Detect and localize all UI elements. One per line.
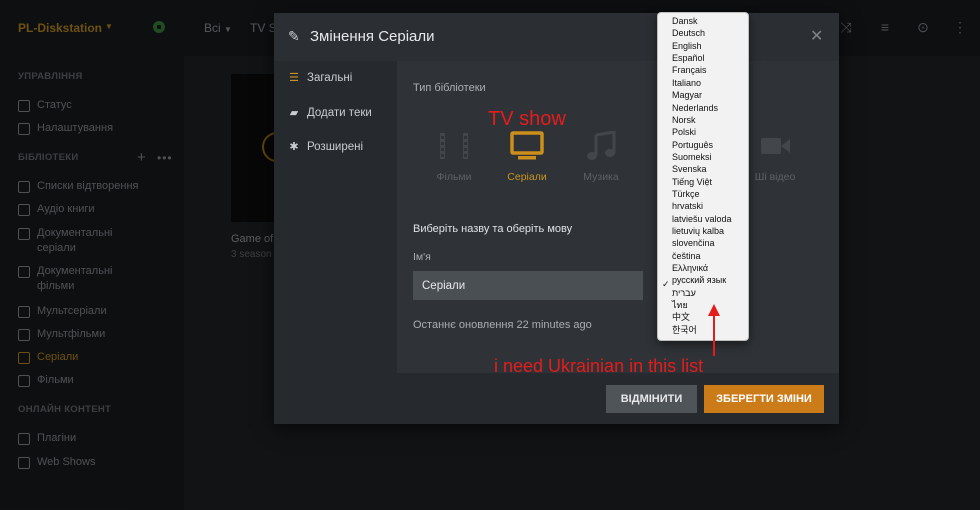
language-option[interactable]: Suomeksi xyxy=(672,152,712,163)
language-option[interactable]: Polski xyxy=(672,127,696,138)
type-label-movies: Фільми xyxy=(436,171,472,183)
language-option[interactable]: ไทย xyxy=(672,300,688,311)
type-option-music[interactable]: Музика xyxy=(571,131,631,183)
nav-label: Додати теки xyxy=(307,107,372,119)
annotation-tv-show: TV show xyxy=(488,108,566,130)
library-type-label: Тип бібліотеки xyxy=(413,82,486,94)
language-option[interactable]: Italiano xyxy=(672,78,701,89)
type-label-tv: Серіали xyxy=(507,171,547,183)
type-label-music: Музика xyxy=(583,171,619,183)
language-option[interactable]: Norsk xyxy=(672,115,696,126)
language-option[interactable]: lietuvių kalba xyxy=(672,226,724,237)
gear-icon: ✱ xyxy=(289,141,299,153)
language-option[interactable]: Nederlands xyxy=(672,103,718,114)
language-option[interactable]: čeština xyxy=(672,251,701,262)
language-option[interactable]: Français xyxy=(672,65,707,76)
pencil-icon: ✎ xyxy=(288,28,300,44)
type-option-other-video[interactable]: Ші відео xyxy=(745,131,805,183)
nav-advanced[interactable]: ✱ Розширені xyxy=(288,141,363,153)
save-changes-button[interactable]: ЗБЕРЕГТИ ЗМІНИ xyxy=(704,385,824,413)
type-option-tv[interactable]: Серіали xyxy=(497,131,557,183)
annotation-arrow-icon xyxy=(708,304,720,356)
language-dropdown-list[interactable]: ✓ Dansk Deutsch English Español Français Ital… xyxy=(657,12,749,341)
language-option[interactable]: Tiếng Việt xyxy=(672,177,712,188)
language-option[interactable]: 中文 xyxy=(672,312,690,323)
dialog-body: Тип бібліотеки Фільми Серіали Музика Ші … xyxy=(397,61,839,373)
nav-label: Розширені xyxy=(307,141,364,153)
language-option[interactable]: Svenska xyxy=(672,164,707,175)
language-option[interactable]: English xyxy=(672,41,702,52)
language-option[interactable]: русский язык xyxy=(672,275,726,286)
language-option[interactable]: latviešu valoda xyxy=(672,214,732,225)
language-option[interactable]: slovenčina xyxy=(672,238,715,249)
language-option[interactable]: עברית xyxy=(672,288,696,299)
type-option-movies[interactable]: Фільми xyxy=(424,131,484,183)
language-option[interactable]: Español xyxy=(672,53,705,64)
language-option[interactable]: 한국어 xyxy=(672,325,697,336)
last-update-text: Останнє оновлення 22 minutes ago xyxy=(413,319,592,331)
language-option[interactable]: Türkçe xyxy=(672,189,700,200)
tv-icon xyxy=(510,131,544,160)
music-note-icon xyxy=(587,131,616,160)
nav-label: Загальні xyxy=(307,72,353,84)
nav-add-folders[interactable]: ▰ Додати теки xyxy=(288,107,372,119)
cancel-button[interactable]: ВІДМІНИТИ xyxy=(606,385,697,413)
checkmark-icon: ✓ xyxy=(662,279,670,289)
type-label-other-video: Ші відео xyxy=(754,171,796,183)
library-name-input[interactable] xyxy=(413,271,643,300)
language-option[interactable]: Ελληνικά xyxy=(672,263,708,274)
language-option[interactable]: hrvatski xyxy=(672,201,703,212)
dialog-nav: ☰ Загальні ▰ Додати теки ✱ Розширені xyxy=(274,61,397,373)
choose-name-language-label: Виберіть назву та оберіть мову xyxy=(413,223,573,235)
folder-icon: ▰ xyxy=(289,107,299,119)
annotation-need-ukrainian: i need Ukrainian in this list xyxy=(494,356,704,376)
name-label: Ім'я xyxy=(413,251,431,263)
video-camera-icon xyxy=(761,138,790,154)
list-icon: ☰ xyxy=(289,72,299,84)
dialog-footer: ВІДМІНИТИ ЗБЕРЕГТИ ЗМІНИ xyxy=(274,373,839,424)
close-icon[interactable]: ✕ xyxy=(810,26,823,46)
dialog-header: ✎ Змінення Серіали ✕ xyxy=(274,13,839,61)
language-option[interactable]: Dansk xyxy=(672,16,698,27)
language-option[interactable]: Português xyxy=(672,140,713,151)
language-option[interactable]: Deutsch xyxy=(672,28,705,39)
dialog-title: Змінення Серіали xyxy=(310,28,435,45)
film-icon xyxy=(440,133,468,159)
language-option[interactable]: Magyar xyxy=(672,90,702,101)
nav-general[interactable]: ☰ Загальні xyxy=(288,72,352,84)
